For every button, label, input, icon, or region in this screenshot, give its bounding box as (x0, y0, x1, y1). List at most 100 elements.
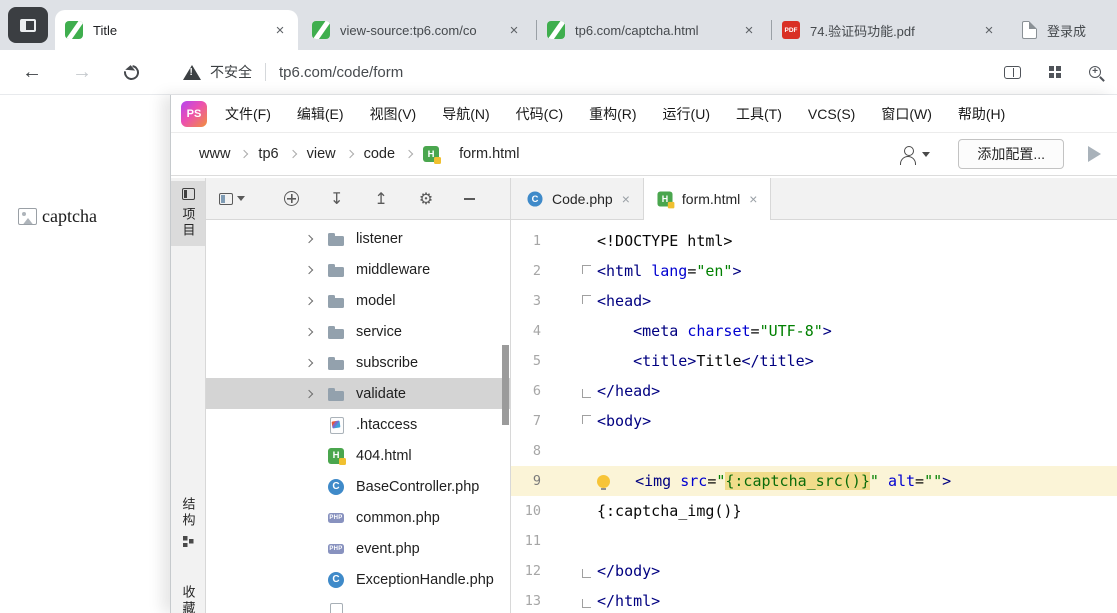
code-editor[interactable]: 1<!DOCTYPE html>2<html lang="en">3<head>… (511, 220, 1117, 613)
code-line[interactable]: 13</html> (511, 586, 1117, 613)
chevron-down-icon[interactable] (922, 152, 930, 157)
menu-run[interactable]: 运行(U) (663, 104, 710, 124)
workspace-button[interactable] (8, 7, 48, 43)
tree-item[interactable]: .htaccess (206, 409, 510, 440)
code-line[interactable]: 2<html lang="en"> (511, 256, 1117, 286)
code-line[interactable]: 11 (511, 526, 1117, 556)
tree-item[interactable]: PHP event.php (206, 533, 510, 564)
code-line[interactable]: 3<head> (511, 286, 1117, 316)
code-text: <html lang="en"> (597, 262, 1117, 280)
not-secure-warning-icon[interactable] (183, 65, 201, 80)
editor-tab-form-html[interactable]: H form.html × (643, 178, 772, 220)
menu-edit[interactable]: 编辑(E) (297, 104, 344, 124)
expand-all-icon[interactable]: ↧ (330, 191, 343, 207)
chevron-right-icon[interactable] (301, 230, 318, 247)
menu-refactor[interactable]: 重构(R) (589, 104, 636, 124)
code-line[interactable]: 12</body> (511, 556, 1117, 586)
browser-tab-4[interactable]: PDF 74.验证码功能.pdf × (772, 10, 1007, 50)
tree-item[interactable]: service (206, 316, 510, 347)
apps-grid-icon[interactable] (1049, 66, 1061, 78)
menu-tools[interactable]: 工具(T) (736, 104, 782, 124)
collapse-all-icon[interactable]: ↥ (374, 191, 387, 207)
browser-tab-2[interactable]: view-source:tp6.com/co × (302, 10, 532, 50)
split-screen-icon[interactable] (1004, 66, 1021, 79)
code-line[interactable]: 8 (511, 436, 1117, 466)
tab-close-icon[interactable]: × (622, 191, 630, 207)
tree-item[interactable]: model (206, 285, 510, 316)
run-play-icon[interactable] (1088, 146, 1101, 162)
tab-close-icon[interactable]: × (749, 191, 757, 207)
menu-help[interactable]: 帮助(H) (958, 104, 1005, 124)
code-line[interactable]: 1<!DOCTYPE html> (511, 226, 1117, 256)
hide-panel-icon[interactable] (464, 198, 475, 200)
code-line[interactable]: 10{:captcha_img()} (511, 496, 1117, 526)
chevron-right-icon[interactable] (301, 323, 318, 340)
tool-window-project[interactable]: 项目 (171, 181, 205, 246)
code-line[interactable]: 7<body> (511, 406, 1117, 436)
chevron-right-icon[interactable] (301, 261, 318, 278)
browser-tab-3[interactable]: tp6.com/captcha.html × (537, 10, 767, 50)
user-account-icon[interactable] (899, 145, 917, 163)
breadcrumb-view[interactable]: view (307, 146, 336, 162)
forward-button[interactable]: → (72, 61, 92, 84)
url-text[interactable]: tp6.com/code/form (279, 64, 403, 81)
fold-start-icon[interactable] (541, 406, 597, 436)
tree-item-label: service (356, 324, 402, 340)
chevron-right-icon[interactable] (301, 385, 318, 402)
line-number: 6 (511, 383, 541, 399)
editor-tab-code-php[interactable]: C Code.php × (514, 178, 643, 219)
code-line[interactable]: 4 <meta charset="UTF-8"> (511, 316, 1117, 346)
code-token: </head> (597, 382, 660, 400)
address-bar[interactable]: 不安全 tp6.com/code/form (183, 62, 403, 82)
menu-navigate[interactable]: 导航(N) (442, 104, 489, 124)
chevron-right-icon[interactable] (301, 292, 318, 309)
code-line[interactable]: 6 </head> (511, 376, 1117, 406)
ide-breadcrumb-bar: www tp6 view code H form.html 添加配置... (171, 133, 1117, 176)
intention-bulb-icon[interactable] (597, 475, 610, 488)
code-token: </title> (742, 352, 814, 370)
tree-item[interactable]: subscribe (206, 347, 510, 378)
browser-tab-1[interactable]: Title × (55, 10, 298, 50)
tree-item[interactable]: PHP common.php (206, 502, 510, 533)
view-selector[interactable] (219, 193, 245, 205)
tab-close-icon[interactable]: × (506, 22, 522, 39)
tree-item[interactable]: C BaseController.php (206, 471, 510, 502)
refresh-button[interactable] (121, 62, 142, 83)
code-line[interactable]: 9 <img src="{:captcha_src()}" alt=""> (511, 466, 1117, 496)
breadcrumb-code[interactable]: code (364, 146, 395, 162)
tab-close-icon[interactable]: × (272, 22, 288, 39)
fold-start-icon[interactable] (541, 256, 597, 286)
tab-close-icon[interactable]: × (741, 22, 757, 39)
settings-gear-icon[interactable]: ⚙ (419, 191, 433, 207)
fold-end-icon[interactable] (541, 586, 597, 613)
tool-window-favorites[interactable]: 收藏夹 (171, 578, 205, 613)
fold-end-icon[interactable] (541, 556, 597, 586)
tool-window-structure[interactable]: 结构 (171, 490, 205, 554)
zoom-in-icon[interactable] (1089, 66, 1101, 78)
tree-item[interactable]: H 404.html (206, 440, 510, 471)
breadcrumb-file[interactable]: H form.html (423, 146, 519, 162)
menu-file[interactable]: 文件(F) (225, 104, 271, 124)
browser-tab-5[interactable]: 登录成 (1012, 10, 1117, 50)
chevron-right-icon[interactable] (301, 354, 318, 371)
menu-code[interactable]: 代码(C) (516, 104, 563, 124)
tree-item[interactable]: C ExceptionHandle.php (206, 564, 510, 595)
menu-window[interactable]: 窗口(W) (881, 104, 932, 124)
menu-vcs[interactable]: VCS(S) (808, 106, 855, 122)
fold-start-icon[interactable] (541, 286, 597, 316)
locate-file-icon[interactable] (284, 191, 299, 206)
breadcrumb-www[interactable]: www (199, 146, 230, 162)
tree-item-partial[interactable] (206, 595, 510, 613)
code-line[interactable]: 5 <title>Title</title> (511, 346, 1117, 376)
tree-scrollbar[interactable] (502, 345, 509, 425)
tree-item-selected[interactable]: validate (206, 378, 510, 409)
line-number: 11 (511, 533, 541, 549)
back-button[interactable]: ← (22, 61, 42, 84)
tree-item[interactable]: middleware (206, 254, 510, 285)
add-configuration-button[interactable]: 添加配置... (958, 139, 1064, 169)
fold-end-icon[interactable] (541, 376, 597, 406)
breadcrumb-tp6[interactable]: tp6 (258, 146, 278, 162)
menu-view[interactable]: 视图(V) (370, 104, 417, 124)
tab-close-icon[interactable]: × (981, 22, 997, 39)
tree-item[interactable]: listener (206, 223, 510, 254)
